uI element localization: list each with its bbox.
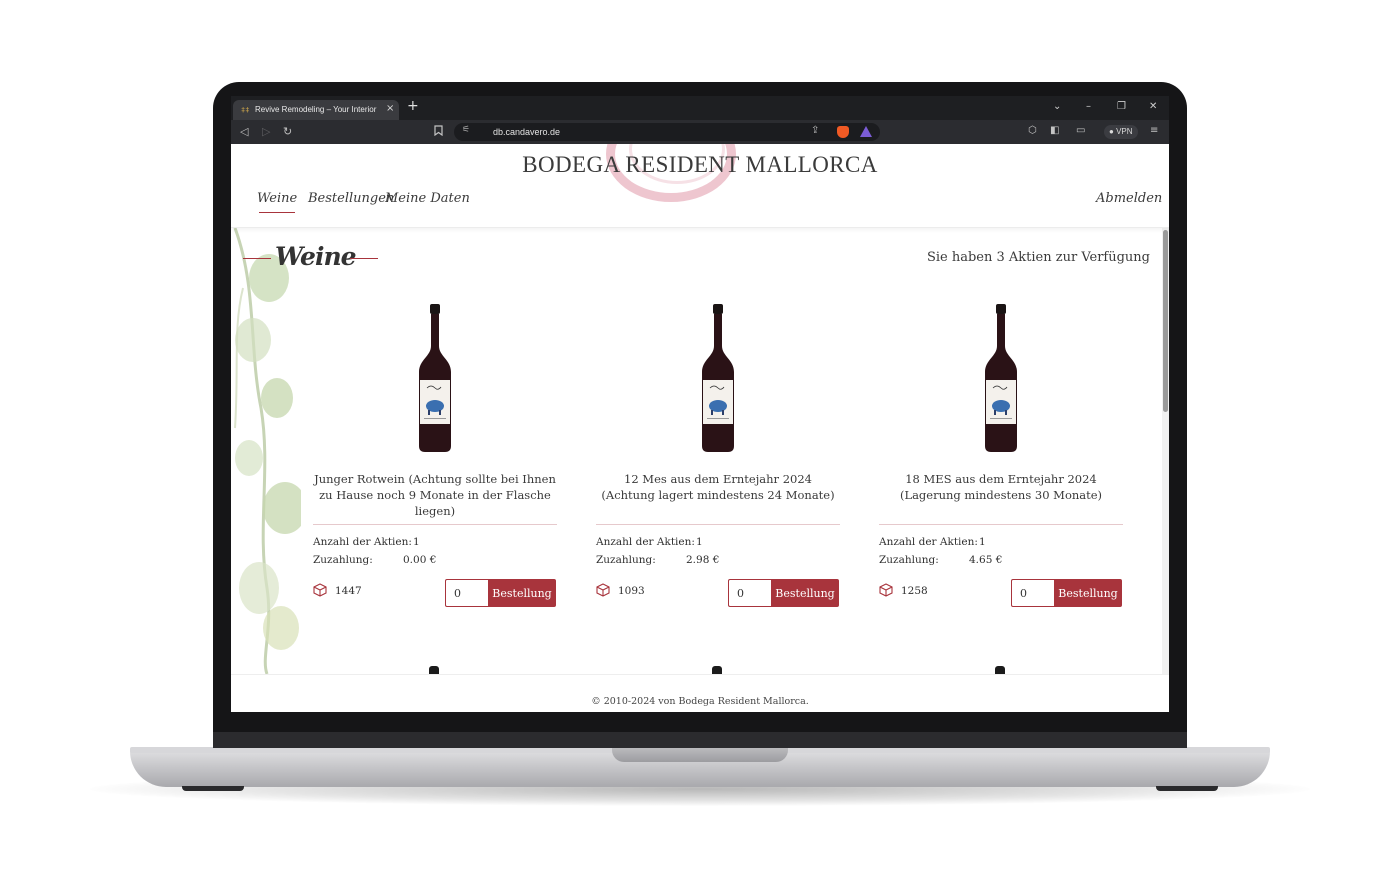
site-header: BODEGA RESIDENT MALLORCA Weine Bestellun… — [231, 144, 1169, 228]
shares-row: Anzahl der Aktien: 1 — [879, 536, 986, 548]
web-page: BODEGA RESIDENT MALLORCA Weine Bestellun… — [231, 144, 1169, 712]
wine-bottle-image[interactable] — [712, 666, 722, 674]
share-icon[interactable]: ⇪ — [811, 125, 819, 136]
shares-available-text: Sie haben 3 Aktien zur Verfügung — [926, 250, 1150, 265]
stock-count: 1447 — [335, 585, 362, 597]
vpn-label: VPN — [1116, 127, 1133, 136]
card-divider — [313, 524, 557, 525]
wine-name: 12 Mes aus dem Erntejahr 2024 (Achtung l… — [601, 472, 835, 502]
bookmark-icon[interactable] — [434, 125, 443, 139]
tab-title: Revive Remodeling – Your Interior — [255, 105, 377, 114]
vine-decoration — [233, 228, 301, 674]
surcharge-value: 4.65 € — [969, 554, 1003, 566]
shares-row: Anzahl der Aktien: 1 — [313, 536, 420, 548]
wine-card: 18 MES aus dem Erntejahr 2024 (Lagerung … — [879, 304, 1123, 607]
wine-bottle-image[interactable] — [995, 666, 1005, 674]
surcharge-row: Zuzahlung: 2.98 € — [596, 554, 719, 566]
site-footer: © 2010-2024 von Bodega Resident Mallorca… — [231, 674, 1169, 712]
shares-row: Anzahl der Aktien: 1 — [596, 536, 703, 548]
site-settings-icon[interactable]: ⚟ — [462, 125, 470, 135]
surcharge-label: Zuzahlung: — [879, 554, 939, 566]
wine-bottle-image[interactable] — [429, 666, 439, 674]
wine-bottle-image[interactable] — [700, 304, 736, 452]
quantity-input[interactable] — [445, 579, 488, 607]
laptop-foot — [1156, 786, 1218, 791]
site-favicon-icon: ‡‡ — [241, 106, 250, 114]
package-icon — [879, 583, 893, 597]
card-divider — [879, 524, 1123, 525]
minimize-button[interactable]: – — [1086, 101, 1091, 112]
wallet-icon[interactable]: ▭ — [1076, 125, 1085, 136]
surcharge-row: Zuzahlung: 0.00 € — [313, 554, 436, 566]
new-tab-button[interactable]: + — [407, 98, 419, 114]
brave-shields-icon[interactable] — [837, 126, 849, 138]
shares-label: Anzahl der Aktien: — [313, 536, 412, 548]
laptop-opening-notch — [612, 747, 788, 762]
sidebar-icon[interactable]: ◧ — [1050, 125, 1059, 136]
site-brand[interactable]: BODEGA RESIDENT MALLORCA — [231, 152, 1169, 178]
shares-value: 1 — [979, 536, 986, 548]
section-title: Weine — [243, 240, 403, 278]
card-divider — [596, 524, 840, 525]
brave-rewards-icon[interactable] — [860, 126, 872, 137]
tab-search-chevron-icon[interactable]: ⌄ — [1053, 101, 1061, 112]
surcharge-label: Zuzahlung: — [313, 554, 373, 566]
url-text[interactable]: db.candavero.de — [493, 127, 560, 137]
stock-count: 1258 — [901, 585, 928, 597]
shares-value: 1 — [413, 536, 420, 548]
order-button[interactable]: Bestellung — [771, 579, 839, 607]
surcharge-label: Zuzahlung: — [596, 554, 656, 566]
shares-label: Anzahl der Aktien: — [879, 536, 978, 548]
wine-card: 12 Mes aus dem Erntejahr 2024 (Achtung l… — [596, 304, 840, 607]
wine-bottle-image[interactable] — [983, 304, 1019, 452]
scrollbar-thumb[interactable] — [1163, 230, 1168, 412]
browser-tab[interactable]: ‡‡ Revive Remodeling – Your Interior × — [233, 100, 399, 120]
surcharge-row: Zuzahlung: 4.65 € — [879, 554, 1002, 566]
section-title-text: Weine — [275, 242, 357, 271]
reload-icon[interactable]: ↻ — [283, 125, 292, 138]
surcharge-value: 0.00 € — [403, 554, 437, 566]
nav-item-bestellungen[interactable]: Bestellungen — [308, 191, 394, 206]
package-icon — [313, 583, 327, 597]
forward-icon[interactable]: ▷ — [262, 125, 270, 138]
copyright-text: © 2010-2024 von Bodega Resident Mallorca… — [591, 696, 809, 707]
address-bar[interactable]: ⚟ db.candavero.de ⇪ — [454, 123, 880, 141]
tab-close-icon[interactable]: × — [386, 103, 394, 114]
surcharge-value: 2.98 € — [686, 554, 720, 566]
order-button[interactable]: Bestellung — [1054, 579, 1122, 607]
browser-toolbar: ◁ ▷ ↻ ⚟ db.candavero.de ⇪ ⬡ ◧ ▭ ● VPN ≡ — [231, 120, 1169, 144]
package-icon — [596, 583, 610, 597]
wine-name: Junger Rotwein (Achtung sollte bei Ihnen… — [314, 472, 556, 518]
back-icon[interactable]: ◁ — [240, 125, 248, 138]
quantity-input[interactable] — [728, 579, 771, 607]
stock-count: 1093 — [618, 585, 645, 597]
logout-link[interactable]: Abmelden — [1096, 191, 1162, 206]
vpn-button[interactable]: ● VPN — [1104, 125, 1138, 139]
nav-item-meine-daten[interactable]: Meine Daten — [385, 191, 470, 206]
close-window-button[interactable]: ✕ — [1149, 101, 1157, 112]
browser-tab-bar: ‡‡ Revive Remodeling – Your Interior × +… — [231, 96, 1169, 120]
menu-icon[interactable]: ≡ — [1150, 125, 1158, 136]
screen: ‡‡ Revive Remodeling – Your Interior × +… — [231, 96, 1169, 712]
restore-button[interactable]: ❐ — [1117, 101, 1126, 112]
laptop-foot — [182, 786, 244, 791]
shares-value: 1 — [696, 536, 703, 548]
laptop-chin — [213, 732, 1187, 748]
order-button[interactable]: Bestellung — [488, 579, 556, 607]
shares-label: Anzahl der Aktien: — [596, 536, 695, 548]
extensions-icon[interactable]: ⬡ — [1028, 125, 1037, 136]
wine-card: Junger Rotwein (Achtung sollte bei Ihnen… — [313, 304, 557, 607]
nav-item-weine[interactable]: Weine — [257, 191, 297, 213]
title-ornament-line — [243, 258, 271, 259]
main-content: Weine Sie haben 3 Aktien zur Verfügung J… — [231, 228, 1162, 674]
wine-name: 18 MES aus dem Erntejahr 2024 (Lagerung … — [899, 472, 1103, 502]
title-ornament-line — [350, 258, 378, 259]
quantity-input[interactable] — [1011, 579, 1054, 607]
wine-bottle-image[interactable] — [417, 304, 453, 452]
